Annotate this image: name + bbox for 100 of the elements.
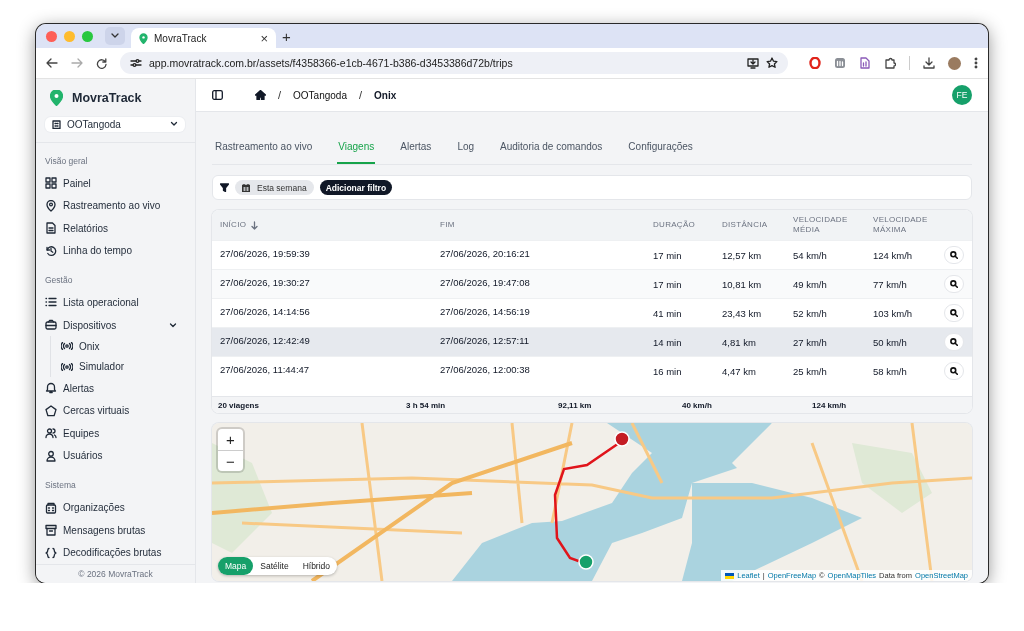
zoom-out-button[interactable]: −	[218, 450, 243, 471]
sidebar-item[interactable]: Rastreamento ao vivo	[45, 194, 161, 217]
home-icon[interactable]	[255, 90, 266, 100]
user-icon	[45, 450, 57, 462]
table-cell: 49 km/h	[793, 278, 827, 290]
table-cell: 103 km/h	[873, 307, 913, 319]
filter-icon[interactable]	[220, 183, 229, 192]
table-cell: 27/06/2026, 20:16:21	[440, 248, 530, 259]
tab[interactable]: Log	[456, 130, 476, 164]
profile-avatar[interactable]	[948, 56, 961, 70]
breadcrumb-current: Onix	[374, 89, 397, 101]
table-cell: 50 km/h	[873, 336, 907, 348]
flag-icon	[725, 572, 735, 579]
pentagon-icon	[45, 404, 57, 417]
address-bar[interactable]: app.movratrack.com.br/assets/f4358366-e1cb-4671-b386-d3453386d72b/trips	[120, 52, 788, 74]
tab-search-button[interactable]	[105, 27, 125, 45]
table-cell: 52 km/h	[793, 307, 827, 319]
sidebar-item[interactable]: Relatórios	[45, 216, 109, 240]
table-cell: 16 min	[653, 365, 682, 377]
table-cell: 27/06/2026, 12:00:38	[440, 364, 530, 375]
breadcrumb-separator: /	[278, 89, 282, 101]
broadcast-icon	[61, 362, 73, 371]
tab[interactable]: Alertas	[399, 130, 433, 164]
download-icon[interactable]	[923, 57, 935, 69]
table-cell: 124 km/h	[873, 249, 913, 261]
map-layer-button[interactable]: Híbrido	[295, 557, 338, 575]
view-trip-button[interactable]	[944, 304, 964, 322]
table-cell: 27/06/2026, 14:56:19	[440, 306, 530, 317]
view-trip-button[interactable]	[944, 246, 964, 264]
building-icon	[52, 120, 61, 129]
table-cell: 77 km/h	[873, 278, 907, 290]
table-cell: 27/06/2026, 11:44:47	[220, 364, 310, 375]
column-header: FIM	[440, 220, 455, 230]
bell-icon	[45, 382, 57, 395]
breadcrumb-separator: /	[359, 89, 363, 101]
table-cell: 27/06/2026, 19:59:39	[220, 248, 310, 259]
building-icon	[45, 501, 57, 514]
extension-icon[interactable]	[859, 57, 871, 69]
section-heading: Sistema	[45, 480, 77, 493]
site-settings-icon[interactable]	[130, 58, 142, 68]
column-header: VELOCIDADE MÁXIMA	[873, 215, 929, 235]
back-icon[interactable]	[46, 58, 58, 68]
chevron-down-icon[interactable]	[169, 321, 177, 329]
puzzle-icon[interactable]	[884, 57, 896, 69]
sidebar-item[interactable]: Onix	[61, 336, 100, 357]
sidebar-item[interactable]: Cercas virtuais	[45, 399, 130, 423]
view-trip-button[interactable]	[944, 362, 964, 380]
install-app-icon[interactable]	[747, 57, 759, 69]
tab[interactable]: Configurações	[627, 130, 694, 164]
section-heading: Visão geral	[45, 155, 89, 168]
calendar-icon	[242, 183, 250, 192]
table-cell: 17 min	[653, 249, 682, 261]
search-icon	[950, 309, 958, 317]
sidebar-item[interactable]: Equipes	[45, 422, 100, 445]
chevron-down-icon	[170, 121, 178, 128]
table-cell: 12,57 km	[722, 249, 762, 261]
view-trip-button[interactable]	[944, 333, 964, 351]
sidebar-toggle-icon[interactable]	[212, 90, 223, 100]
add-filter-button[interactable]: Adicionar filtro	[319, 180, 393, 195]
new-tab-button[interactable]: +	[282, 28, 291, 44]
table-cell: 23,43 km	[722, 307, 762, 319]
sidebar-item[interactable]: Linha do tempo	[45, 239, 132, 263]
breadcrumb-link[interactable]: OOTangoda	[293, 89, 347, 101]
chevron-down-icon	[111, 33, 119, 39]
menu-icon[interactable]	[974, 57, 978, 69]
extension-icon[interactable]	[834, 57, 846, 69]
bookmark-star-icon[interactable]	[766, 57, 778, 69]
view-trip-button[interactable]	[944, 275, 964, 293]
sidebar-item[interactable]: Decodificações brutas	[45, 541, 162, 565]
date-filter-chip[interactable]: Esta semana	[235, 180, 314, 195]
sidebar-item[interactable]: Painel	[45, 171, 91, 195]
zoom-in-button[interactable]: +	[218, 429, 243, 450]
archive-box-icon	[45, 524, 57, 537]
map-pin-icon	[139, 32, 148, 44]
table-cell: 4,81 km	[722, 336, 756, 348]
table-cell: 10,81 km	[722, 278, 762, 290]
column-header: VELOCIDADE MÉDIA	[793, 215, 849, 235]
tab[interactable]: Auditoria de comandos	[499, 130, 604, 164]
sidebar-item[interactable]: Usuários	[45, 444, 103, 468]
sort-arrow-down-icon[interactable]	[251, 220, 259, 230]
tab[interactable]: Rastreamento ao vivo	[214, 130, 314, 164]
sidebar-item[interactable]: Lista operacional	[45, 291, 139, 314]
map-layer-button[interactable]: Satélite	[253, 557, 296, 575]
sidebar-item[interactable]: Mensagens brutas	[45, 518, 146, 542]
sidebar-item[interactable]: Simulador	[61, 356, 125, 377]
sidebar-item[interactable]: Alertas	[45, 376, 95, 400]
table-cell: 27/06/2026, 12:57:11	[440, 335, 530, 346]
search-icon	[950, 280, 958, 288]
organization-select[interactable]: OOTangoda	[45, 117, 185, 132]
close-tab-button[interactable]: ×	[260, 31, 268, 45]
search-icon	[950, 338, 958, 346]
search-icon	[950, 367, 958, 375]
reload-icon[interactable]	[96, 57, 107, 69]
sidebar-item[interactable]: Dispositivos	[45, 313, 177, 337]
extension-icon[interactable]	[809, 57, 821, 69]
sidebar-item[interactable]: Organizações	[45, 496, 125, 519]
column-header: DURAÇÃO	[653, 220, 696, 230]
table-cell: 4,47 km	[722, 365, 756, 377]
table-cell: 54 km/h	[793, 249, 827, 261]
browser-tab[interactable]: MovraTrack ×	[131, 28, 276, 48]
